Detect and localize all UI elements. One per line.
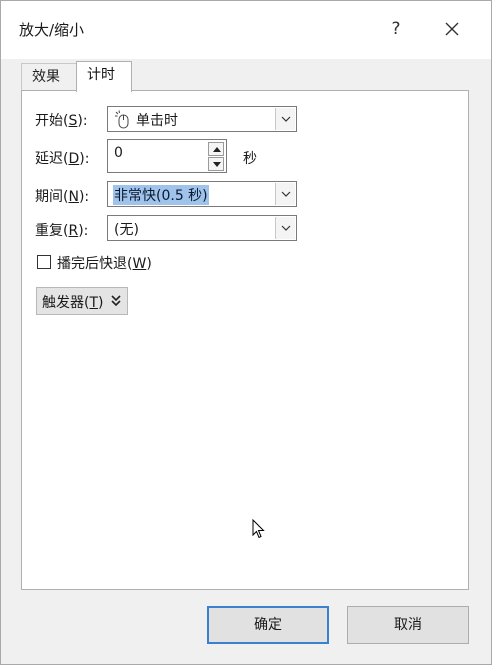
close-icon bbox=[445, 22, 459, 36]
triggers-button[interactable]: 触发器(T) bbox=[36, 287, 128, 315]
repeat-label: 重复(R): bbox=[35, 223, 89, 239]
duration-label: 期间(N): bbox=[35, 189, 90, 205]
close-button[interactable] bbox=[435, 11, 469, 47]
repeat-dropdown-arrow[interactable] bbox=[275, 217, 295, 239]
start-dropdown[interactable]: 单击时 bbox=[107, 106, 297, 132]
delay-label: 延迟(D): bbox=[35, 151, 90, 167]
repeat-value: (无) bbox=[114, 222, 139, 238]
delay-decrement-button[interactable] bbox=[208, 157, 224, 171]
rewind-checkbox[interactable] bbox=[37, 255, 51, 269]
triggers-label: 触发器(T) bbox=[42, 295, 104, 311]
delay-unit: 秒 bbox=[243, 151, 257, 167]
chevron-down-icon bbox=[281, 191, 291, 197]
delay-increment-button[interactable] bbox=[208, 142, 224, 156]
animation-options-dialog: 放大/缩小 ? 效果 计时 开始(S): 单击时 延迟(D): 0 秒 期间(N… bbox=[0, 0, 492, 665]
triangle-up-icon bbox=[213, 147, 221, 152]
cancel-button[interactable]: 取消 bbox=[347, 606, 469, 644]
mouse-click-icon bbox=[115, 110, 129, 129]
chevron-down-icon bbox=[281, 116, 291, 122]
rewind-label[interactable]: 播完后快退(W) bbox=[57, 253, 152, 273]
help-button[interactable]: ? bbox=[381, 11, 411, 47]
duration-dropdown-arrow[interactable] bbox=[275, 183, 295, 205]
delay-stepper[interactable]: 0 bbox=[107, 139, 227, 173]
start-label: 开始(S): bbox=[35, 113, 88, 129]
double-chevron-down-icon bbox=[111, 295, 121, 307]
title-bar: 放大/缩小 ? bbox=[1, 1, 491, 59]
dialog-title: 放大/缩小 bbox=[19, 21, 85, 39]
tab-timing[interactable]: 计时 bbox=[76, 61, 132, 92]
start-dropdown-arrow[interactable] bbox=[275, 108, 295, 130]
ok-button[interactable]: 确定 bbox=[207, 606, 329, 644]
chevron-down-icon bbox=[281, 225, 291, 231]
triangle-down-icon bbox=[213, 162, 221, 167]
duration-dropdown[interactable]: 非常快(0.5 秒) bbox=[107, 181, 297, 207]
delay-value: 0 bbox=[114, 145, 123, 161]
duration-value: 非常快(0.5 秒) bbox=[113, 185, 209, 205]
tab-effect[interactable]: 效果 bbox=[21, 63, 77, 91]
mouse-pointer-icon bbox=[252, 519, 265, 539]
start-value: 单击时 bbox=[136, 113, 178, 129]
repeat-dropdown[interactable]: (无) bbox=[107, 215, 297, 241]
